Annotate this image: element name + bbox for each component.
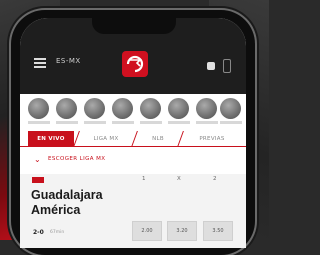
match-time: 67min: [50, 230, 65, 235]
odds-header-away: 2: [213, 176, 217, 182]
team-avatar-label: [168, 121, 190, 124]
section-tabs: EN VIVO LIGA MX NLB PREVIAS: [20, 131, 246, 147]
tab-nlb[interactable]: NLB: [138, 131, 178, 147]
odds-header-home: 1: [142, 176, 146, 182]
menu-icon[interactable]: [34, 58, 48, 68]
odds-header-draw: X: [177, 176, 181, 182]
live-badge: [32, 177, 44, 183]
team-avatar-label: [56, 121, 78, 124]
match-score: 2-0: [33, 229, 44, 236]
user-icon[interactable]: [207, 62, 215, 70]
team-away-name: América: [31, 203, 81, 217]
league-filter-label: ESCOGER LIGA MX: [48, 156, 106, 162]
team-avatar-label: [196, 121, 218, 124]
tab-previas[interactable]: PREVIAS: [184, 131, 240, 147]
chevron-down-icon: ⌄: [34, 155, 41, 164]
team-home-name: Guadalajara: [31, 188, 103, 202]
team-avatar[interactable]: [196, 98, 217, 119]
team-avatar-label: [220, 121, 242, 124]
app-header: ES-MX: [20, 18, 246, 94]
odds-button-home[interactable]: 2.00: [132, 221, 162, 241]
odds-button-away[interactable]: 3.50: [203, 221, 233, 241]
league-filter[interactable]: ⌄ ESCOGER LIGA MX: [20, 152, 246, 166]
match-card[interactable]: 1 X 2 Guadalajara América 2.00 3.20 3.50…: [20, 174, 246, 248]
match-teams: Guadalajara América: [31, 188, 103, 218]
team-avatar[interactable]: [28, 98, 49, 119]
app-logo[interactable]: [122, 51, 148, 77]
team-avatar[interactable]: [220, 98, 241, 119]
tab-en-vivo[interactable]: EN VIVO: [28, 131, 74, 147]
team-avatar[interactable]: [84, 98, 105, 119]
team-avatar-label: [140, 121, 162, 124]
phone-notch: [92, 18, 176, 34]
notifications-icon[interactable]: [223, 59, 231, 73]
team-avatar[interactable]: [112, 98, 133, 119]
team-avatar[interactable]: [140, 98, 161, 119]
team-avatar[interactable]: [168, 98, 189, 119]
team-avatar-label: [84, 121, 106, 124]
team-avatar-label: [112, 121, 134, 124]
team-avatar[interactable]: [56, 98, 77, 119]
tab-separator: [131, 131, 138, 147]
team-stories-row: [20, 94, 246, 128]
tab-separator: [177, 131, 184, 147]
phone-screen: ES-MX EN VIVO LIGA MX NLB PREVIAS ⌄ ESCO…: [20, 18, 246, 248]
tab-liga-mx[interactable]: LIGA MX: [80, 131, 132, 147]
team-avatar-label: [28, 121, 50, 124]
region-label[interactable]: ES-MX: [56, 57, 81, 65]
tabs-underline: [20, 146, 246, 147]
odds-button-draw[interactable]: 3.20: [167, 221, 197, 241]
tab-separator: [73, 131, 80, 147]
